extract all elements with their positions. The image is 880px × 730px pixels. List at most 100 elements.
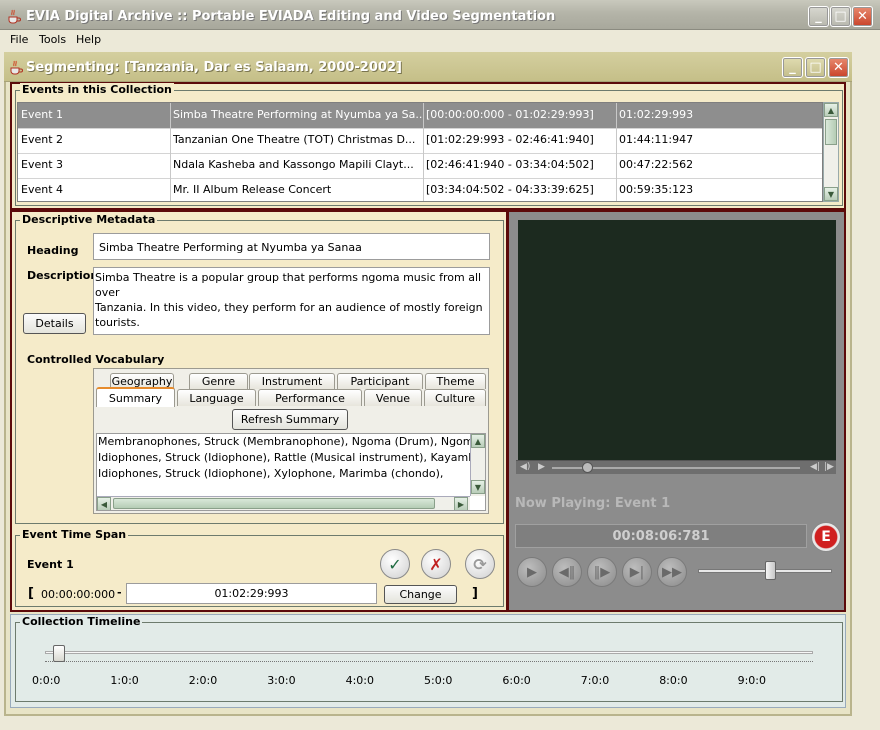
tab-instrument[interactable]: Instrument bbox=[249, 373, 335, 389]
timeline-track[interactable] bbox=[45, 651, 813, 654]
timeline-tick-label: 7:0:0 bbox=[580, 674, 610, 687]
evia-logo-icon: E bbox=[811, 522, 841, 552]
vocab-label: Controlled Vocabulary bbox=[27, 353, 165, 366]
summary-text-area[interactable]: Membranophones, Struck (Membranophone), … bbox=[96, 433, 486, 511]
timeline-tick-label: 8:0:0 bbox=[659, 674, 688, 687]
scroll-up-icon[interactable]: ▲ bbox=[471, 434, 485, 448]
scroll-up-icon[interactable]: ▲ bbox=[824, 103, 838, 117]
event-title: Ndala Kasheba and Kassongo Mapili Clayt.… bbox=[173, 158, 414, 171]
tab-performance[interactable]: Performance bbox=[258, 389, 362, 406]
table-row[interactable]: Event 4 Mr. II Album Release Concert [03… bbox=[18, 178, 822, 201]
timeline-tick-label: 6:0:0 bbox=[502, 674, 531, 687]
fast-forward-button[interactable]: ▶▶ bbox=[657, 557, 687, 587]
refresh-button[interactable]: ⟳ bbox=[465, 549, 495, 579]
timeline-thumb[interactable] bbox=[52, 645, 65, 662]
skip-end-icon: ▶| bbox=[629, 564, 645, 580]
frame-title: Segmenting: [Tanzania, Dar es Salaam, 20… bbox=[26, 60, 402, 75]
seek-thumb[interactable] bbox=[581, 462, 593, 473]
play-icon: ▶ bbox=[527, 564, 537, 580]
metadata-label: Descriptive Metadata bbox=[20, 213, 158, 226]
minimize-icon: _ bbox=[789, 60, 796, 75]
menu-tools[interactable]: Tools bbox=[39, 33, 66, 46]
rewind-small-icon[interactable]: ◀| bbox=[810, 462, 820, 472]
scroll-thumb[interactable] bbox=[825, 119, 837, 145]
hscroll-thumb[interactable] bbox=[113, 498, 435, 509]
frame-minimize-button[interactable]: _ bbox=[782, 57, 803, 78]
menu-help[interactable]: Help bbox=[76, 33, 101, 46]
summary-hscroll[interactable]: ◀ ▶ bbox=[97, 496, 470, 510]
heading-field[interactable]: Simba Theatre Performing at Nyumba ya Sa… bbox=[93, 233, 490, 260]
volume-left-icon[interactable]: ◀) bbox=[520, 462, 530, 472]
frame-maximize-button[interactable]: □ bbox=[805, 57, 826, 78]
time-span-label: Event Time Span bbox=[20, 528, 129, 541]
summary-vscroll[interactable]: ▲ ▼ bbox=[470, 434, 485, 496]
video-screen bbox=[518, 220, 836, 460]
tab-genre[interactable]: Genre bbox=[189, 373, 248, 389]
table-row[interactable]: Event 3 Ndala Kasheba and Kassongo Mapil… bbox=[18, 153, 822, 179]
check-icon: ✓ bbox=[388, 554, 402, 574]
scroll-left-icon[interactable]: ◀ bbox=[97, 497, 111, 510]
table-row[interactable]: Event 1 Simba Theatre Performing at Nyum… bbox=[18, 103, 822, 129]
step-back-button[interactable]: ◀‖ bbox=[552, 557, 582, 587]
accept-button[interactable]: ✓ bbox=[380, 549, 410, 579]
maximize-button[interactable]: □ bbox=[830, 6, 851, 27]
player-time-display: 00:08:06:781 bbox=[515, 524, 807, 548]
change-button[interactable]: Change bbox=[384, 585, 457, 604]
skip-end-button[interactable]: ▶| bbox=[622, 557, 652, 587]
description-line: Tanzania. In this video, they perform fo… bbox=[95, 301, 483, 329]
event-title: Tanzanian One Theatre (TOT) Christmas D.… bbox=[173, 133, 416, 146]
tab-venue[interactable]: Venue bbox=[364, 389, 422, 406]
menu-file[interactable]: File bbox=[10, 33, 28, 46]
column-divider bbox=[616, 103, 617, 201]
minimize-icon: _ bbox=[815, 9, 822, 24]
table-row[interactable]: Event 2 Tanzanian One Theatre (TOT) Chri… bbox=[18, 128, 822, 154]
event-name: Event 3 bbox=[21, 158, 64, 171]
cancel-button[interactable]: ✗ bbox=[421, 549, 451, 579]
end-time-field[interactable]: 01:02:29:993 bbox=[126, 583, 377, 604]
event-name: Event 4 bbox=[21, 183, 64, 196]
step-forward-button[interactable]: ‖▶ bbox=[587, 557, 617, 587]
timeline-tick-label: 3:0:0 bbox=[267, 674, 296, 687]
close-bracket: ] bbox=[472, 586, 478, 601]
column-divider bbox=[423, 103, 424, 201]
tab-theme[interactable]: Theme bbox=[425, 373, 486, 389]
seek-bar-track[interactable]: ◀) ▶ ◀| |▶ bbox=[516, 460, 836, 474]
timeline-tick-label: 9:0:0 bbox=[737, 674, 767, 687]
refresh-summary-button[interactable]: Refresh Summary bbox=[232, 409, 348, 430]
open-bracket: [ bbox=[28, 586, 34, 601]
description-line: Simba Theatre is a popular group that pe… bbox=[95, 271, 482, 299]
events-table: Event 1 Simba Theatre Performing at Nyum… bbox=[17, 102, 823, 202]
summary-line: Idiophones, Struck (Idiophone), Rattle (… bbox=[98, 451, 470, 464]
close-icon: ✕ bbox=[833, 60, 844, 75]
frame-close-button[interactable]: ✕ bbox=[828, 57, 849, 78]
volume-thumb[interactable] bbox=[765, 561, 776, 580]
tab-participant[interactable]: Participant bbox=[337, 373, 423, 389]
events-scrollbar[interactable]: ▲ ▼ bbox=[823, 102, 839, 202]
event-duration: 00:47:22:562 bbox=[619, 158, 694, 171]
close-icon: ✕ bbox=[857, 9, 868, 24]
description-label: Description bbox=[27, 269, 99, 282]
close-button[interactable]: ✕ bbox=[852, 6, 873, 27]
summary-line: Idiophones, Struck (Idiophone), Xylophon… bbox=[98, 467, 444, 480]
menu-bar bbox=[0, 30, 880, 50]
step-forward-icon: ‖▶ bbox=[593, 564, 611, 580]
minimize-button[interactable]: _ bbox=[808, 6, 829, 27]
tab-summary[interactable]: Summary bbox=[96, 387, 175, 407]
scroll-down-icon[interactable]: ▼ bbox=[471, 480, 485, 494]
play-small-icon[interactable]: ▶ bbox=[538, 462, 545, 472]
tab-culture[interactable]: Culture bbox=[424, 389, 486, 406]
scroll-down-icon[interactable]: ▼ bbox=[824, 187, 838, 201]
java-cup-icon bbox=[8, 59, 24, 75]
description-field[interactable]: Simba Theatre is a popular group that pe… bbox=[93, 267, 490, 335]
maximize-icon: □ bbox=[834, 9, 847, 24]
event-range: [02:46:41:940 - 03:34:04:502] bbox=[426, 158, 594, 171]
time-span-event-name: Event 1 bbox=[27, 558, 74, 571]
range-dash: - bbox=[117, 586, 122, 599]
tab-language[interactable]: Language bbox=[177, 389, 256, 406]
scroll-right-icon[interactable]: ▶ bbox=[454, 497, 468, 510]
details-button[interactable]: Details bbox=[23, 313, 86, 334]
play-button[interactable]: ▶ bbox=[517, 557, 547, 587]
start-time: 00:00:00:000 bbox=[41, 588, 116, 601]
timeline-ticks bbox=[45, 661, 813, 667]
forward-small-icon[interactable]: |▶ bbox=[824, 462, 834, 472]
